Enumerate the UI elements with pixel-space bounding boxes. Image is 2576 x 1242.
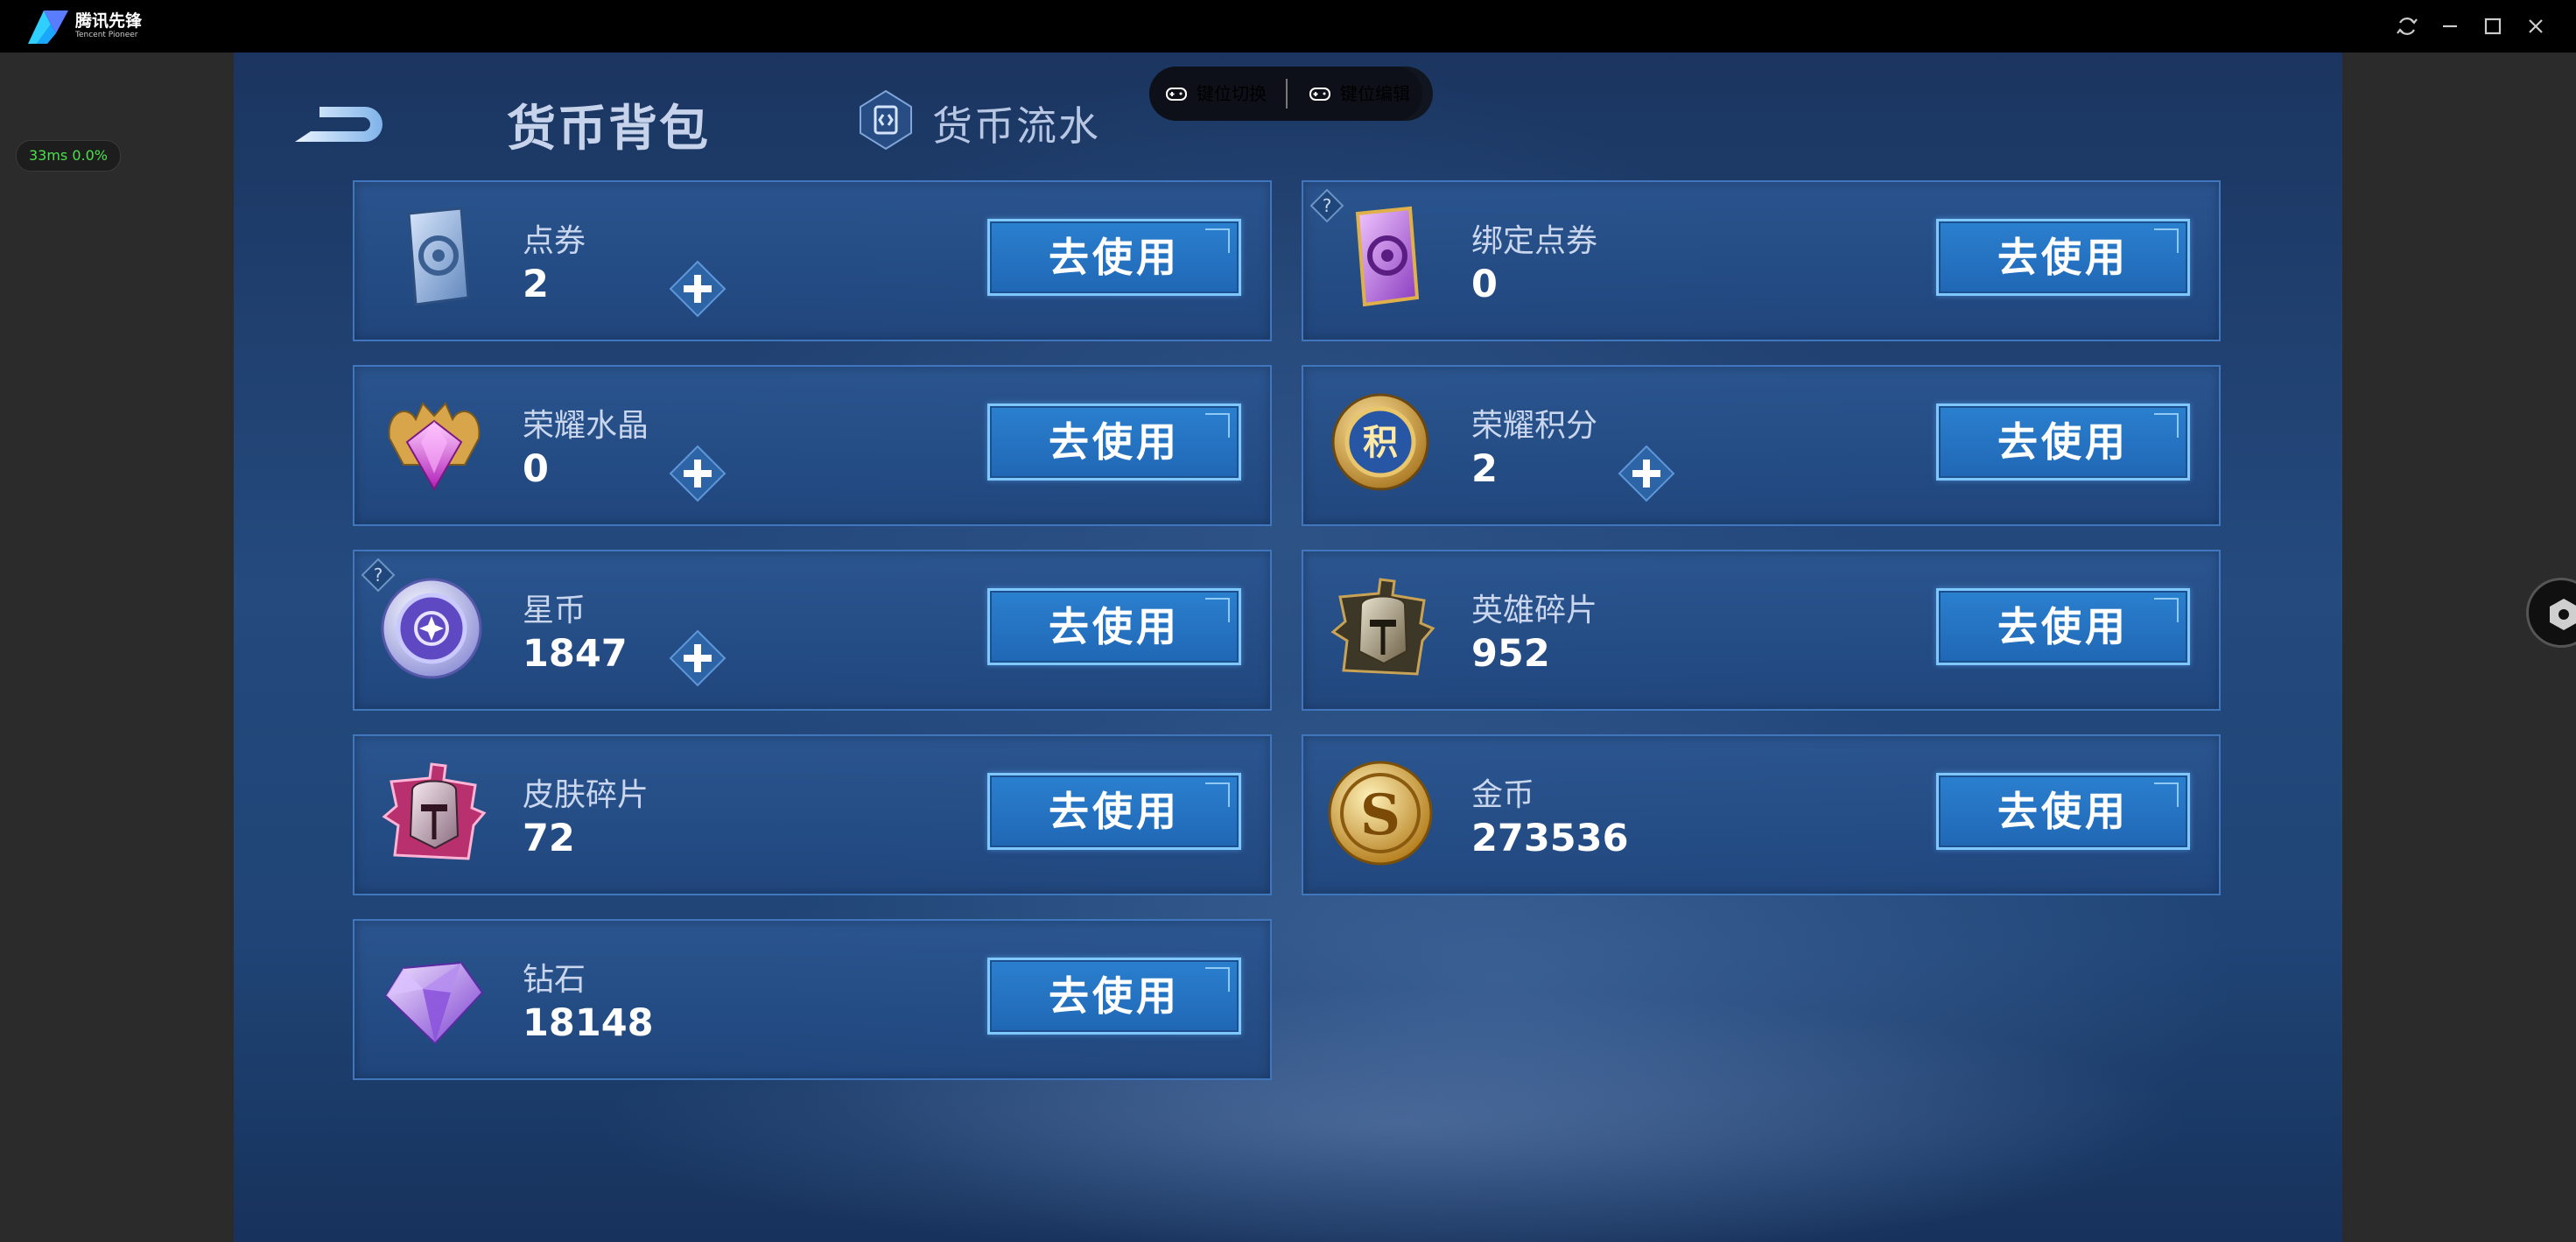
currency-name: 皮肤碎片	[523, 777, 649, 813]
emulator-title-bar: 腾讯先锋 Tencent Pioneer	[0, 0, 2576, 53]
glory-crystal-icon	[377, 386, 491, 500]
back-arrow-icon	[295, 107, 383, 142]
add-star-coin-button[interactable]	[668, 628, 727, 688]
hexagon-icon	[2550, 599, 2576, 630]
floating-assistant[interactable]	[2526, 578, 2576, 648]
tencent-pioneer-logo-icon	[25, 7, 72, 47]
currency-card-diamond: 钻石 18148 去使用	[353, 919, 1272, 1080]
currency-card-star-coin: ? 星币 1847 去使用	[353, 550, 1272, 711]
currency-name: 金币	[1471, 777, 1535, 813]
currency-value: 2	[523, 263, 549, 306]
currency-value: 18148	[523, 1001, 654, 1045]
brand-en: Tencent Pioneer	[75, 31, 138, 39]
performance-badge: 33ms 0.0%	[16, 140, 121, 172]
minimize-icon[interactable]	[2436, 12, 2464, 40]
currency-value: 0	[1471, 263, 1498, 306]
currency-card-gold-coin: S 金币 273536 去使用	[1302, 734, 2221, 895]
gamepad-edit-icon	[1309, 88, 1330, 101]
gold-coin-icon: S	[1326, 755, 1440, 869]
svg-text:S: S	[1360, 782, 1400, 848]
bound-coupon-card-icon	[1326, 201, 1440, 315]
add-glory-points-button[interactable]	[1617, 444, 1676, 503]
currency-value: 2	[1471, 447, 1498, 491]
currency-name: 钻石	[523, 962, 586, 998]
use-button[interactable]: 去使用	[1936, 403, 2190, 481]
toolbar-divider	[1286, 79, 1288, 109]
currency-value: 1847	[523, 632, 628, 676]
gamepad-icon	[1166, 88, 1187, 101]
add-glory-crystal-button[interactable]	[668, 444, 727, 503]
refresh-icon[interactable]	[2393, 12, 2421, 40]
currency-value: 0	[523, 447, 549, 491]
use-button[interactable]: 去使用	[987, 219, 1241, 296]
brand-name: 腾讯先锋 Tencent Pioneer	[75, 12, 142, 40]
plus-icon	[1618, 445, 1675, 502]
diamond-icon	[377, 940, 491, 1054]
use-button[interactable]: 去使用	[987, 958, 1241, 1035]
page-title: 货币背包	[507, 101, 710, 158]
hero-fragment-icon	[1326, 571, 1440, 684]
close-icon[interactable]	[2522, 12, 2550, 40]
star-coin-icon	[377, 571, 491, 684]
plus-icon	[669, 629, 726, 687]
currency-name: 点券	[523, 223, 586, 259]
use-button[interactable]: 去使用	[1936, 773, 2190, 850]
plus-icon	[669, 445, 726, 502]
coupon-card-icon	[377, 201, 491, 315]
currency-value: 952	[1471, 632, 1550, 676]
currency-name: 英雄碎片	[1471, 593, 1598, 628]
currency-value: 273536	[1471, 817, 1629, 860]
use-button[interactable]: 去使用	[987, 588, 1241, 665]
back-button[interactable]	[284, 91, 398, 152]
skin-fragment-icon	[377, 755, 491, 869]
use-button[interactable]: 去使用	[1936, 219, 2190, 296]
currency-card-glory-points: 积 荣耀积分 2 去使用	[1302, 365, 2221, 526]
currency-card-glory-crystal: 荣耀水晶 0 去使用	[353, 365, 1272, 526]
use-button[interactable]: 去使用	[987, 773, 1241, 850]
currency-value: 72	[523, 817, 575, 860]
currency-card-skin-fragment: 皮肤碎片 72 去使用	[353, 734, 1272, 895]
brand-cn: 腾讯先锋	[75, 11, 143, 31]
svg-text:积: 积	[1363, 423, 1398, 463]
use-button[interactable]: 去使用	[987, 403, 1241, 481]
currency-name: 星币	[523, 593, 586, 628]
use-button[interactable]: 去使用	[1936, 588, 2190, 665]
currency-card-hero-fragment: 英雄碎片 952 去使用	[1302, 550, 2221, 711]
key-edit-label: 键位编辑	[1340, 83, 1410, 104]
currency-flow-icon[interactable]	[853, 88, 918, 152]
key-toolbar: 键位切换 键位编辑	[1149, 67, 1422, 121]
currency-name: 荣耀水晶	[523, 408, 649, 444]
maximize-icon[interactable]	[2479, 12, 2507, 40]
plus-icon	[669, 260, 726, 318]
currency-name: 荣耀积分	[1471, 408, 1598, 444]
tab-currency-flow[interactable]: 货币流水	[932, 95, 1100, 152]
currency-name: 绑定点券	[1471, 223, 1598, 259]
key-switch-label: 键位切换	[1197, 83, 1267, 104]
currency-card-coupon: 点券 2 去使用	[353, 180, 1272, 341]
add-coupon-button[interactable]	[668, 259, 727, 319]
floating-ball	[2526, 578, 2576, 648]
glory-points-coin-icon: 积	[1326, 386, 1440, 500]
currency-card-bound-coupon: ? 绑定点券 0 去使用	[1302, 180, 2221, 341]
